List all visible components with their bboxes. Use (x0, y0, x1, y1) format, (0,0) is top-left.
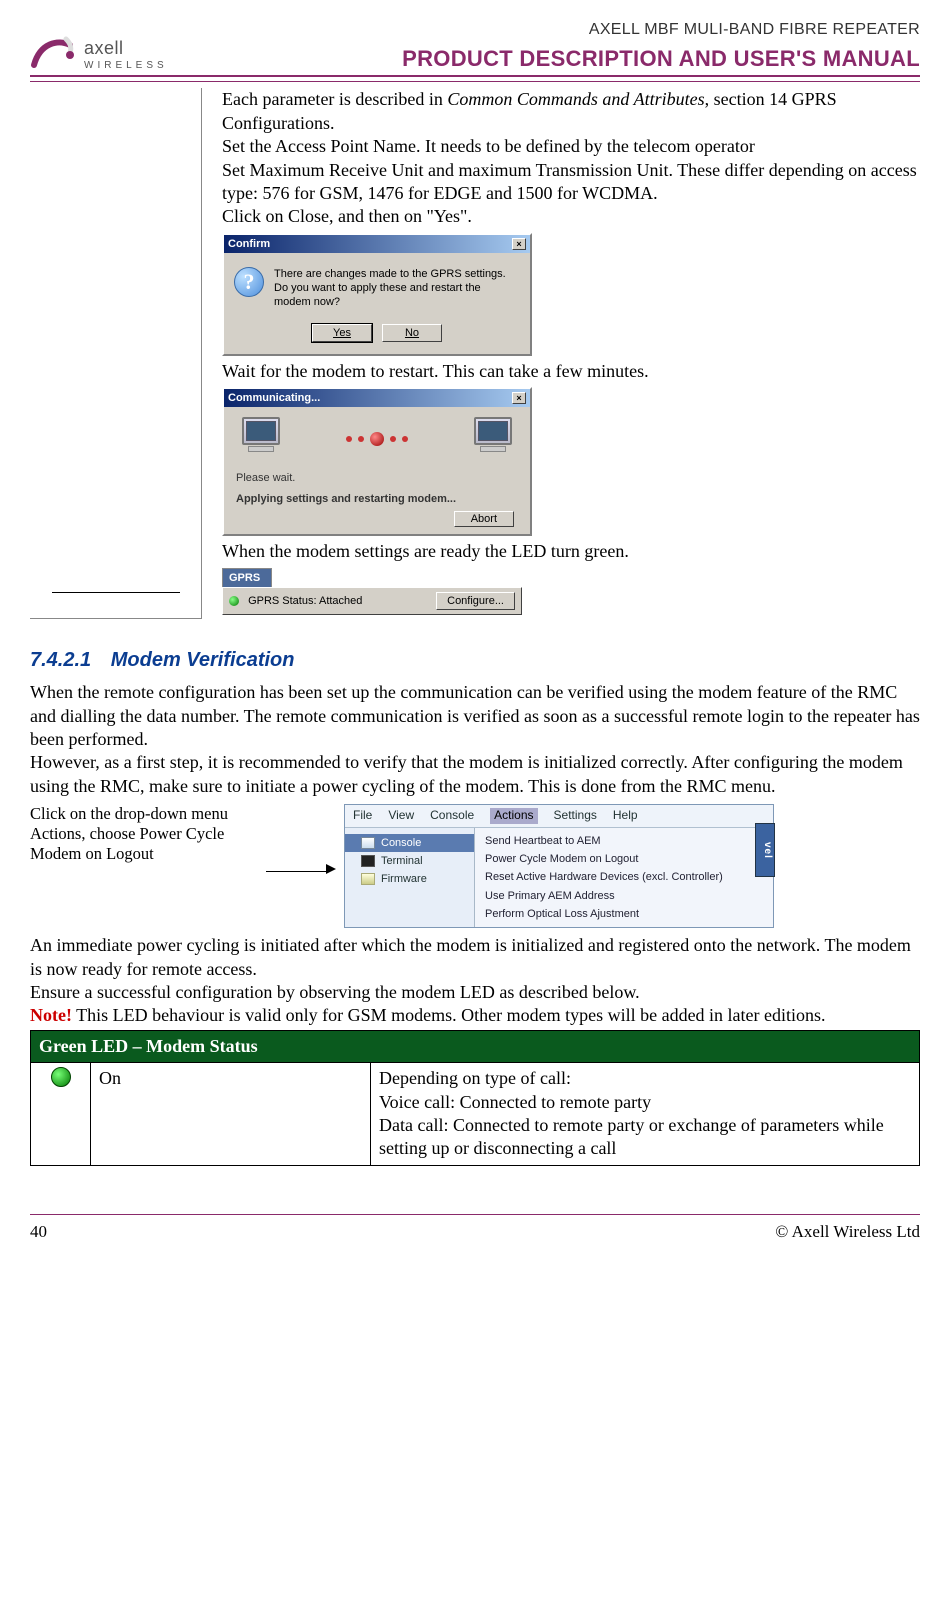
instr-para-2: Set the Access Point Name. It needs to b… (222, 135, 920, 158)
menu-console[interactable]: Console (430, 808, 474, 824)
page-number: 40 (30, 1221, 47, 1243)
product-name: AXELL MBF MULI-BAND FIBRE REPEATER (402, 20, 920, 41)
led-status-table: Green LED – Modem Status On Depending on… (30, 1030, 920, 1166)
dd-reset-devices[interactable]: Reset Active Hardware Devices (excl. Con… (475, 868, 773, 886)
dd-power-cycle[interactable]: Power Cycle Modem on Logout (475, 850, 773, 868)
confirm-dialog: Confirm × ? There are changes made to th… (222, 233, 532, 356)
menu-settings[interactable]: Settings (554, 808, 597, 824)
arrow-head-icon (326, 864, 336, 874)
tree-panel: Console Terminal Firmware (345, 828, 475, 927)
applying-text: Applying settings and restarting modem..… (236, 492, 518, 506)
computer-icon (236, 417, 286, 461)
tree-item-terminal[interactable]: Terminal (345, 852, 474, 870)
gprs-tab[interactable]: GPRS (222, 568, 272, 587)
logo-mark-icon (30, 35, 78, 73)
actions-dropdown: Send Heartbeat to AEM Power Cycle Modem … (475, 828, 773, 927)
wait-text: Please wait. (236, 471, 518, 485)
side-popup-button[interactable]: vel (755, 823, 775, 877)
close-icon[interactable]: × (512, 238, 526, 250)
instruction-content: Each parameter is described in Common Co… (202, 88, 920, 619)
logo-main: axell (84, 38, 124, 58)
gprs-panel: GPRS GPRS Status: Attached Configure... (222, 568, 522, 616)
section-p1: When the remote configuration has been s… (30, 681, 920, 751)
terminal-icon (361, 855, 375, 867)
dd-primary-aem[interactable]: Use Primary AEM Address (475, 887, 773, 905)
instr-para-1: Each parameter is described in Common Co… (222, 88, 920, 135)
tree-item-firmware[interactable]: Firmware (345, 870, 474, 888)
menu-figure: Click on the drop-down menu Actions, cho… (30, 804, 920, 928)
question-icon: ? (234, 267, 264, 297)
instruction-block: Each parameter is described in Common Co… (30, 88, 920, 619)
menu-actions[interactable]: Actions (490, 808, 537, 824)
confirm-title: Confirm (228, 237, 270, 251)
logo: axell WIRELESS (30, 35, 168, 73)
copyright: © Axell Wireless Ltd (775, 1221, 920, 1243)
dd-send-heartbeat[interactable]: Send Heartbeat to AEM (475, 832, 773, 850)
section-p4: Ensure a successful configuration by obs… (30, 981, 920, 1004)
menu-help[interactable]: Help (613, 808, 638, 824)
instr-para-3: Set Maximum Receive Unit and maximum Tra… (222, 159, 920, 206)
communicating-titlebar: Communicating... × (224, 389, 530, 407)
header-titles: AXELL MBF MULI-BAND FIBRE REPEATER PRODU… (402, 20, 920, 73)
instr-para-6: When the modem settings are ready the LE… (222, 540, 920, 563)
confirm-titlebar: Confirm × (224, 235, 530, 253)
section-note: Note! This LED behaviour is valid only f… (30, 1004, 920, 1027)
led-state: On (91, 1063, 371, 1166)
page-footer: 40 © Axell Wireless Ltd (30, 1214, 920, 1243)
console-icon (361, 837, 375, 849)
menu-caption: Click on the drop-down menu Actions, cho… (30, 804, 258, 863)
dd-optical-loss[interactable]: Perform Optical Loss Ajustment (475, 905, 773, 923)
manual-title: PRODUCT DESCRIPTION AND USER'S MANUAL (402, 45, 920, 74)
no-button[interactable]: No (382, 324, 442, 342)
instr-para-4: Click on Close, and then on "Yes". (222, 205, 920, 228)
rmc-menu-screenshot: File View Console Actions Settings Help … (344, 804, 774, 928)
section-p3: An immediate power cycling is initiated … (30, 934, 920, 981)
menu-file[interactable]: File (353, 808, 372, 824)
communicating-title: Communicating... (228, 391, 320, 405)
configure-button[interactable]: Configure... (436, 592, 515, 610)
led-green-icon (229, 596, 239, 606)
close-icon[interactable]: × (512, 392, 526, 404)
logo-sub: WIRELESS (84, 59, 168, 72)
instr-para-5: Wait for the modem to restart. This can … (222, 360, 920, 383)
confirm-message: There are changes made to the GPRS setti… (274, 267, 520, 310)
section-p2: However, as a first step, it is recommen… (30, 751, 920, 798)
led-table-header: Green LED – Modem Status (31, 1030, 920, 1062)
pointer-line (52, 592, 180, 593)
led-description: Depending on type of call: Voice call: C… (371, 1063, 920, 1166)
computer-icon (468, 417, 518, 461)
section-heading: 7.4.2.1 Modem Verification (30, 647, 920, 673)
tree-item-console[interactable]: Console (345, 834, 474, 852)
instruction-left-cell (30, 88, 202, 619)
page-header: axell WIRELESS AXELL MBF MULI-BAND FIBRE… (30, 20, 920, 77)
led-green-icon (51, 1067, 71, 1087)
arrow-line (266, 871, 326, 872)
abort-button[interactable]: Abort (454, 511, 514, 527)
gprs-status: GPRS Status: Attached (229, 594, 362, 608)
firmware-icon (361, 873, 375, 885)
communicating-dialog: Communicating... × Pl (222, 387, 532, 536)
logo-text: axell WIRELESS (84, 37, 168, 71)
yes-button[interactable]: Yes (312, 324, 372, 342)
transfer-dots-icon (346, 432, 408, 446)
menu-view[interactable]: View (388, 808, 414, 824)
menubar: File View Console Actions Settings Help (345, 805, 773, 828)
